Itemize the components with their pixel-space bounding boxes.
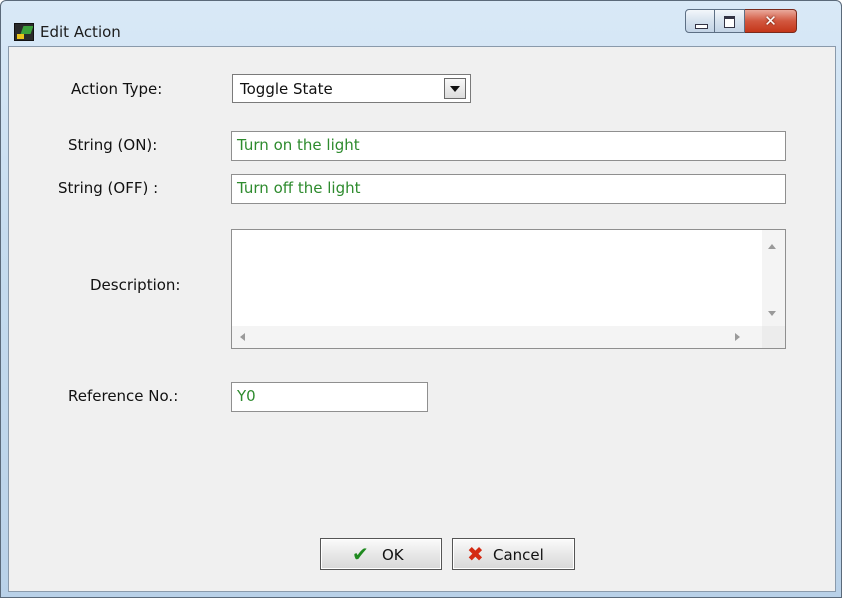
string-on-field[interactable]: Turn on the light — [231, 131, 786, 161]
edit-action-window: Edit Action ✕ Action Type: Toggle State … — [0, 0, 842, 598]
title-bar[interactable]: Edit Action ✕ — [1, 1, 841, 47]
ok-label: OK — [382, 546, 404, 564]
scrollbar-corner — [762, 326, 785, 348]
cancel-button[interactable]: ✖ Cancel — [452, 538, 575, 570]
vertical-scrollbar[interactable] — [762, 230, 785, 326]
minimize-button[interactable] — [685, 9, 715, 33]
action-type-select[interactable]: Toggle State — [232, 74, 471, 103]
app-icon — [14, 23, 34, 41]
scroll-right-icon[interactable] — [735, 333, 740, 341]
description-label: Description: — [90, 276, 181, 294]
maximize-icon — [724, 16, 735, 28]
description-textarea[interactable] — [231, 229, 786, 349]
scroll-up-icon[interactable] — [768, 244, 776, 249]
cancel-label: Cancel — [493, 546, 544, 564]
reference-no-field[interactable]: Y0 — [231, 382, 428, 412]
action-type-label: Action Type: — [71, 80, 163, 98]
window-controls: ✕ — [685, 9, 838, 35]
horizontal-scrollbar[interactable] — [232, 326, 762, 348]
checkmark-icon: ✔ — [352, 542, 369, 566]
reference-no-label: Reference No.: — [68, 387, 179, 405]
string-off-field[interactable]: Turn off the light — [231, 174, 786, 204]
close-button[interactable]: ✕ — [745, 9, 797, 33]
scroll-left-icon[interactable] — [240, 333, 245, 341]
string-on-label: String (ON): — [68, 136, 158, 154]
maximize-button[interactable] — [715, 9, 745, 33]
x-icon: ✖ — [467, 542, 484, 566]
scroll-down-icon[interactable] — [768, 311, 776, 316]
ok-button[interactable]: ✔ OK — [320, 538, 442, 570]
dialog-body: Action Type: Toggle State String (ON): T… — [8, 46, 836, 592]
window-title: Edit Action — [40, 23, 121, 41]
close-icon: ✕ — [764, 12, 777, 30]
chevron-down-icon[interactable] — [444, 78, 466, 99]
action-type-value: Toggle State — [240, 80, 333, 98]
string-off-label: String (OFF) : — [58, 179, 159, 197]
minimize-icon — [695, 24, 708, 29]
